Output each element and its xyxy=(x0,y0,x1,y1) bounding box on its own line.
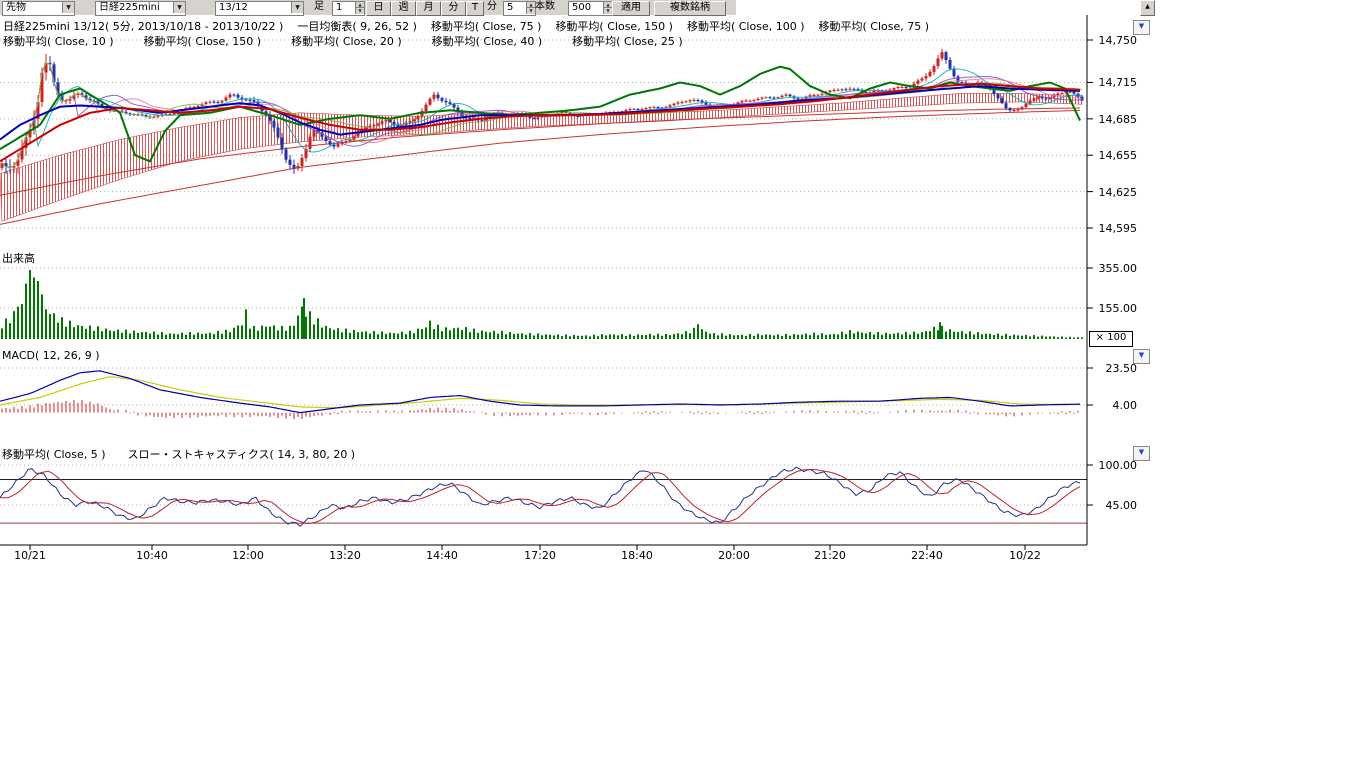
spin-down-icon[interactable]: ▼ xyxy=(355,7,364,14)
contract-month-select[interactable]: 13/12 ▼ xyxy=(215,1,304,16)
period-minute-button[interactable]: 分 xyxy=(441,1,466,16)
price-panel-menu-button[interactable]: ▼ xyxy=(1133,20,1150,35)
chevron-down-icon[interactable]: ▼ xyxy=(173,2,185,13)
toolbar: 先物▼ 日経225mini▼ 13/12▼ 足 1▲▼ 日 週 月 分 T 分 … xyxy=(0,0,736,15)
apply-button[interactable]: 適用 xyxy=(612,1,650,16)
market-type-value: 先物 xyxy=(6,2,26,13)
chevron-down-icon[interactable]: ▼ xyxy=(62,2,74,13)
bar-interval-spinner[interactable]: 1 ▲▼ xyxy=(332,1,365,16)
spinner-arrows: ▲▼ xyxy=(526,2,535,13)
interval-value: 5 xyxy=(507,2,513,13)
count-spinner[interactable]: 500 ▲▼ xyxy=(568,1,613,16)
bar-interval-value: 1 xyxy=(336,2,342,13)
spinner-arrows: ▲▼ xyxy=(603,2,612,13)
count-label: 本数 xyxy=(535,1,555,14)
spinner-arrows: ▲▼ xyxy=(355,2,364,13)
period-week-button[interactable]: 週 xyxy=(391,1,416,16)
contract-month-value: 13/12 xyxy=(219,2,248,13)
unit-label: 分 xyxy=(487,1,497,14)
stoch-panel-menu-button[interactable]: ▼ xyxy=(1133,446,1150,461)
period-month-button[interactable]: 月 xyxy=(416,1,441,16)
multi-symbol-button[interactable]: 複数銘柄 xyxy=(654,1,726,16)
bar-label: 足 xyxy=(314,1,324,14)
chart-canvas[interactable] xyxy=(0,0,1366,768)
chevron-down-icon[interactable]: ▼ xyxy=(291,2,303,13)
volume-multiplier-badge: × 100 xyxy=(1089,331,1133,347)
scroll-up-button[interactable]: ▲ xyxy=(1140,0,1155,16)
interval-spinner[interactable]: 5 ▲▼ xyxy=(503,1,536,16)
period-tick-button[interactable]: T xyxy=(466,1,484,16)
count-value: 500 xyxy=(572,2,591,13)
symbol-select[interactable]: 日経225mini ▼ xyxy=(95,1,186,16)
market-type-select[interactable]: 先物 ▼ xyxy=(2,1,75,16)
spin-down-icon[interactable]: ▼ xyxy=(603,7,612,14)
period-day-button[interactable]: 日 xyxy=(366,1,391,16)
spin-down-icon[interactable]: ▼ xyxy=(526,7,535,14)
symbol-value: 日経225mini xyxy=(99,2,160,13)
macd-panel-menu-button[interactable]: ▼ xyxy=(1133,349,1150,364)
